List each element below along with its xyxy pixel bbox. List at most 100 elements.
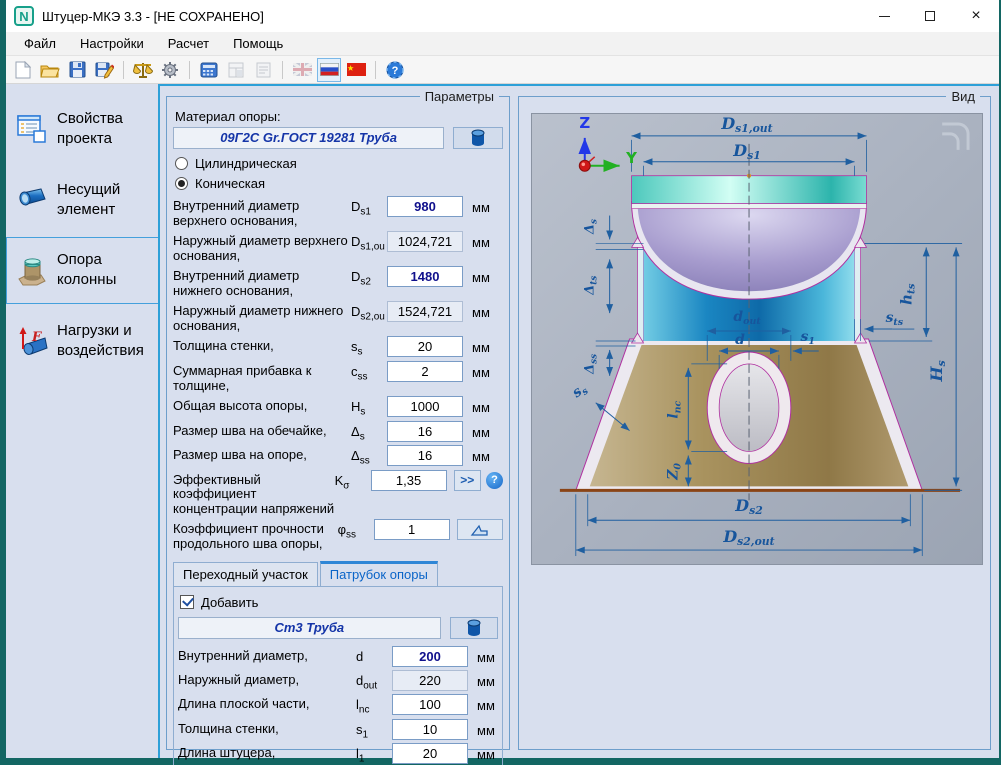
param-row-2-label: Внутренний диаметр нижнего основания, (173, 266, 351, 298)
param-row-5-input[interactable] (387, 361, 463, 382)
add-nozzle-checkbox[interactable] (180, 595, 194, 609)
toolbar: ? (6, 56, 999, 84)
shape-radio-label: Коническая (195, 176, 265, 191)
nozzle-row-0-input[interactable] (392, 646, 468, 667)
nozzle-material-row: Ст3 Труба (178, 617, 498, 639)
weld-button[interactable] (457, 519, 503, 540)
tab-1[interactable]: Патрубок опоры (320, 561, 438, 586)
param-row-9-symbol: Kσ (335, 470, 371, 492)
help-button[interactable]: ? (383, 58, 407, 82)
param-row-7-input[interactable] (387, 421, 463, 442)
toolbar-separator (123, 61, 124, 79)
open-folder-icon (40, 62, 60, 78)
param-row-4-label: Толщина стенки, (173, 336, 351, 354)
minimize-button[interactable] (861, 0, 907, 32)
param-row-0-input[interactable] (387, 196, 463, 217)
nozzle-row-2: Длина плоской части,lnc мм (178, 694, 498, 716)
unit-label: мм (463, 196, 490, 215)
sidebar-item-label: Опора колонны (57, 250, 149, 291)
settings-button[interactable] (158, 58, 182, 82)
param-row-10-symbol: φss (338, 519, 374, 541)
unit-label: мм (468, 743, 495, 762)
support-material-field[interactable]: 09Г2С Gr.ГОСТ 19281 Труба (173, 127, 444, 149)
param-row-4: Толщина стенки,ssмм (173, 336, 503, 358)
param-row-4-input[interactable] (387, 336, 463, 357)
unit-label: мм (463, 336, 490, 355)
close-button[interactable]: × (953, 0, 999, 32)
language-english-button[interactable] (290, 58, 314, 82)
nozzle-row-3-input[interactable] (392, 719, 468, 740)
save-button[interactable] (65, 58, 89, 82)
add-nozzle-row[interactable]: Добавить (180, 595, 498, 610)
report-doc-button (251, 58, 275, 82)
svg-text:F: F (31, 330, 42, 345)
nozzle-material-picker-button[interactable] (450, 617, 498, 639)
shape-radio-label: Цилиндрическая (195, 156, 297, 171)
param-row-6-input[interactable] (387, 396, 463, 417)
radio-icon (175, 177, 188, 190)
nozzle-row-2-symbol: lnc (356, 694, 392, 716)
nozzle-row-4: Длина штуцера,l1мм (178, 743, 498, 765)
param-row-8-input[interactable] (387, 445, 463, 466)
help-icon[interactable]: ? (486, 472, 503, 489)
language-chinese-button[interactable] (344, 58, 368, 82)
param-row-5: Суммарная прибавка к толщине,cssмм (173, 361, 503, 393)
support-shape-options: Цилиндрическая Коническая (173, 156, 503, 191)
shape-radio-0[interactable]: Цилиндрическая (175, 156, 503, 171)
sidebar-item-loads[interactable]: F Нагрузки и воздействия (6, 308, 158, 375)
project-properties-icon (15, 112, 49, 146)
menu-item-0[interactable]: Файл (12, 33, 68, 54)
nozzle-row-0-symbol: d (356, 646, 392, 664)
menu-item-2[interactable]: Расчет (156, 33, 221, 54)
flag-ru-icon (320, 63, 339, 76)
report-table-icon (228, 62, 244, 78)
sidebar-item-column-support[interactable]: Опора колонны (6, 237, 158, 304)
calculate-button[interactable] (197, 58, 221, 82)
help-icon: ? (386, 61, 404, 79)
save-as-button[interactable] (92, 58, 116, 82)
menu-item-3[interactable]: Помощь (221, 33, 295, 54)
shape-radio-1[interactable]: Коническая (175, 176, 503, 191)
main-area: Свойства проекта Несущий элемент (6, 84, 999, 758)
param-row-9-input[interactable] (371, 470, 447, 491)
param-row-2-input[interactable] (387, 266, 463, 287)
save-floppy-icon (69, 61, 86, 78)
param-row-10-input[interactable] (374, 519, 450, 540)
language-russian-button[interactable] (317, 58, 341, 82)
nozzle-row-3: Толщина стенки,s1мм (178, 719, 498, 741)
app-logo-icon: N (14, 6, 34, 26)
nozzle-row-1-input (392, 670, 468, 691)
close-icon: × (971, 8, 980, 24)
title-bar: N Штуцер-МКЭ 3.3 - [НЕ СОХРАНЕНО] × (6, 0, 999, 32)
nozzle-row-0: Внутренний диаметр,dмм (178, 646, 498, 667)
model-view[interactable]: ZYDs1,outDs1ΔsΔtsΔssssstshtsHsdoutds1lnc… (531, 113, 983, 565)
new-file-button[interactable] (11, 58, 35, 82)
radio-icon (175, 157, 188, 170)
param-row-10: Коэффициент прочности продольного шва оп… (173, 519, 503, 551)
param-row-8-symbol: Δss (351, 445, 387, 467)
units-button[interactable] (131, 58, 155, 82)
nozzle-tabs: Переходный участокПатрубок опоры (173, 561, 503, 586)
nozzle-row-2-label: Длина плоской части, (178, 694, 356, 712)
maximize-button[interactable] (907, 0, 953, 32)
sidebar-item-shell-element[interactable]: Несущий элемент (6, 167, 158, 234)
menu-item-1[interactable]: Настройки (68, 33, 156, 54)
add-nozzle-label: Добавить (201, 595, 258, 610)
unit-label: мм (468, 694, 495, 713)
gear-icon (161, 61, 179, 79)
nozzle-row-4-input[interactable] (392, 743, 468, 764)
tab-0[interactable]: Переходный участок (173, 562, 318, 586)
report-table-button (224, 58, 248, 82)
toolbar-separator (282, 61, 283, 79)
unit-label: мм (468, 670, 495, 689)
sidebar-item-label: Нагрузки и воздействия (57, 321, 149, 362)
expand-button[interactable]: >> (454, 470, 481, 491)
nozzle-row-0-label: Внутренний диаметр, (178, 646, 356, 664)
svg-text:?: ? (392, 65, 399, 77)
support-material-picker-button[interactable] (453, 127, 503, 149)
sidebar-item-project-properties[interactable]: Свойства проекта (6, 96, 158, 163)
open-file-button[interactable] (38, 58, 62, 82)
nozzle-material-field[interactable]: Ст3 Труба (178, 617, 441, 639)
support-material-row: 09Г2С Gr.ГОСТ 19281 Труба (173, 127, 503, 149)
nozzle-row-2-input[interactable] (392, 694, 468, 715)
